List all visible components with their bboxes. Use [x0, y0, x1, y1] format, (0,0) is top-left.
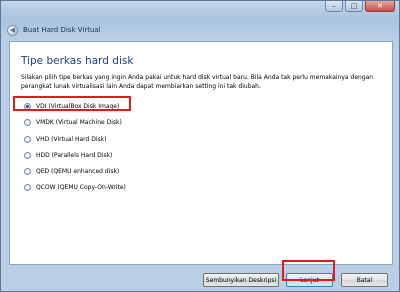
radio-option-hdd[interactable]: HDD (Parallels Hard Disk)	[24, 150, 126, 161]
vdi-annotation-highlight	[13, 96, 131, 111]
hide-description-button[interactable]: Sembunyikan Deskripsi	[203, 273, 279, 287]
next-button-annotation-highlight	[282, 260, 335, 281]
page-heading: Tipe berkas hard disk	[21, 55, 134, 67]
background-text-ghost	[31, 3, 33, 10]
radio-option-vhd[interactable]: VHD (Virtual Hard Disk)	[24, 134, 126, 145]
minimize-button[interactable]: –	[325, 1, 343, 12]
back-arrow-icon[interactable]: ◀	[7, 24, 18, 36]
radio-label: QCOW (QEMU Copy-On-Write)	[36, 184, 126, 192]
radio-option-qcow[interactable]: QCOW (QEMU Copy-On-Write)	[24, 182, 126, 193]
button-bar: Sembunyikan Deskripsi Lanjut Batal	[1, 265, 399, 291]
radio-button[interactable]	[24, 168, 31, 176]
cancel-button[interactable]: Batal	[341, 273, 388, 287]
radio-option-vmdk[interactable]: VMDK (Virtual Machine Disk)	[24, 117, 126, 128]
radio-option-qed[interactable]: QED (QEMU enhanced disk)	[24, 166, 126, 177]
titlebar: ◀ Buat Hard Disk Virtual	[7, 23, 101, 37]
maximize-button[interactable]: □	[345, 1, 363, 12]
radio-button[interactable]	[24, 184, 31, 192]
close-button[interactable]: ✕	[365, 1, 395, 12]
radio-label: VMDK (Virtual Machine Disk)	[36, 119, 122, 127]
wizard-window: – □ ✕ ◀ Buat Hard Disk Virtual Tipe berk…	[0, 0, 400, 292]
radio-label: HDD (Parallels Hard Disk)	[36, 151, 113, 159]
radio-button[interactable]	[24, 151, 31, 159]
radio-button[interactable]	[24, 119, 31, 127]
window-controls: – □ ✕	[325, 1, 395, 12]
radio-label: QED (QEMU enhanced disk)	[36, 168, 120, 176]
radio-button[interactable]	[24, 135, 31, 143]
radio-label: VHD (Virtual Hard Disk)	[36, 135, 107, 143]
file-type-radio-group: VDI (VirtualBox Disk Image) VMDK (Virtua…	[24, 101, 126, 199]
wizard-content: Tipe berkas hard disk Silakan pilih tipe…	[9, 41, 393, 265]
page-description: Silakan pilih tipe berkas yang ingin And…	[21, 74, 374, 90]
window-title: Buat Hard Disk Virtual	[23, 26, 101, 34]
